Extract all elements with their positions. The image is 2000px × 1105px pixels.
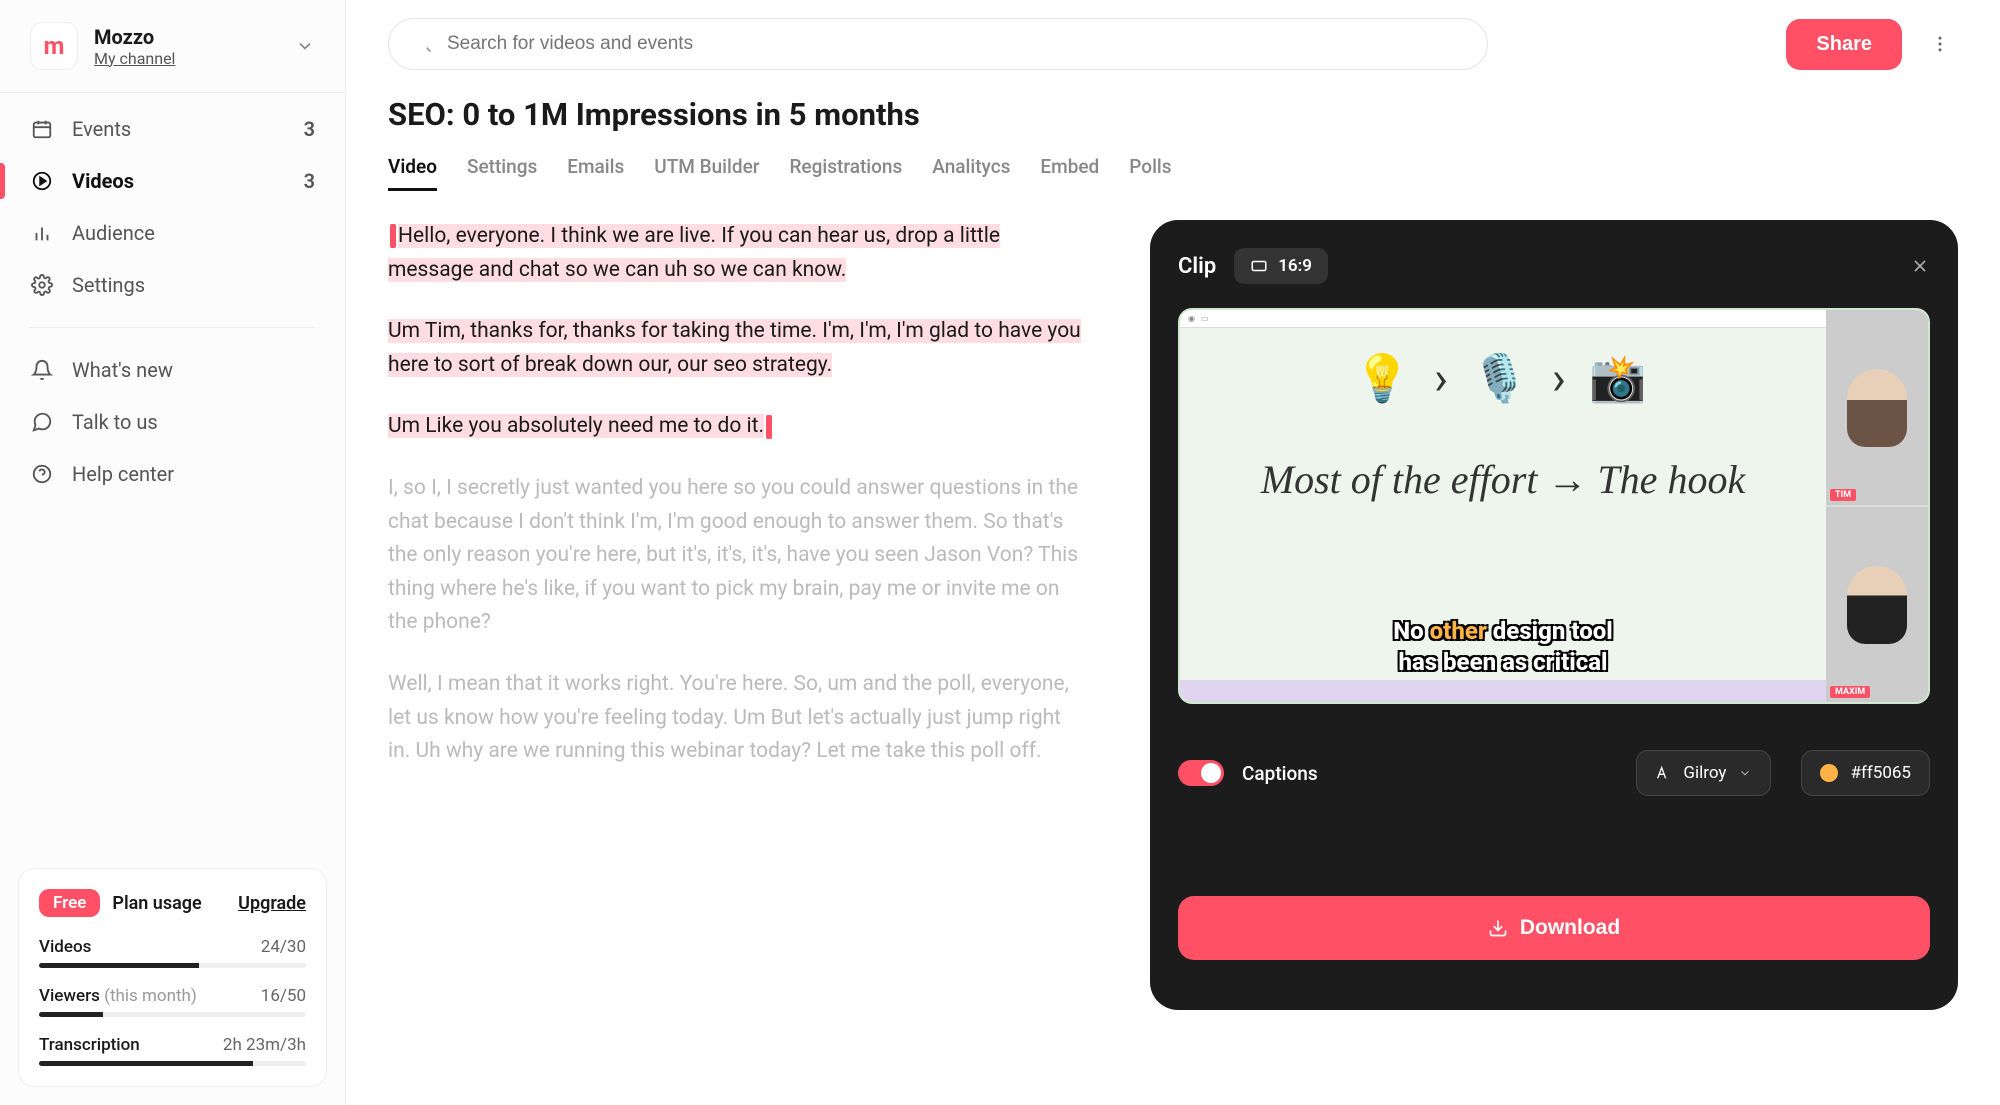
bell-icon [30,358,54,382]
participant-name: MAXIM [1830,686,1870,698]
progress-bar [39,1061,253,1066]
nav-settings[interactable]: Settings [0,259,345,311]
preview-emoji-row: 💡 › 🎙️ › 📸 [1180,328,1826,416]
transcript-paragraph[interactable]: Well, I mean that it works right. You're… [388,668,1088,769]
play-circle-icon [30,169,54,193]
clip-panel: Clip 16:9 ◉▭ 💡 › 🎙️ › 📸 [1150,220,1958,1010]
nav-events[interactable]: Events 3 [0,103,345,155]
chevron-down-icon[interactable] [295,36,315,56]
nav-label: Help center [72,462,315,486]
bar-chart-icon [30,221,54,245]
nav-divider [30,327,315,328]
caption-overlay: No other design tool has been as critica… [1393,616,1613,678]
brand-name: Mozzo [94,25,279,49]
chat-icon [30,410,54,434]
topbar: Share [346,0,2000,88]
stat-transcription: Transcription2h 23m/3h [39,1035,306,1066]
close-button[interactable] [1910,256,1930,276]
preview-hook-text: Most of the effort → The hook [1180,416,1826,523]
calendar-icon [30,117,54,141]
font-selector[interactable]: Gilroy [1636,750,1771,796]
tab-registrations[interactable]: Registrations [789,145,902,191]
nav-videos[interactable]: Videos 3 [0,155,345,207]
help-icon [30,462,54,486]
participant-tile: TIM [1826,310,1928,505]
sidebar: m Mozzo My channel Events 3 Videos 3 [0,0,346,1105]
preview-timeline-strip [1180,680,1826,702]
preview-browser-chrome: ◉▭ [1180,310,1826,328]
plan-badge: Free [39,889,100,917]
tab-video[interactable]: Video [388,145,437,191]
progress-bar [39,1012,103,1017]
nav-label: Events [72,117,286,141]
upgrade-link[interactable]: Upgrade [238,893,306,914]
nav-count: 3 [304,117,315,141]
transcript-paragraph[interactable]: Hello, everyone. I think we are live. If… [388,220,1088,287]
captions-label: Captions [1242,762,1318,785]
nav-label: What's new [72,358,315,382]
progress-bar [39,963,199,968]
plan-usage-label: Plan usage [112,893,201,914]
plan-card: Free Plan usage Upgrade Videos24/30 View… [18,868,327,1087]
share-button[interactable]: Share [1786,19,1902,70]
participant-strip: TIM MAXIM [1826,310,1928,702]
video-preview[interactable]: ◉▭ 💡 › 🎙️ › 📸 Most of the effort → The h… [1178,308,1930,704]
selection-end-marker[interactable] [766,415,772,439]
nav-whats-new[interactable]: What's new [0,344,345,396]
gear-icon [30,273,54,297]
transcript-paragraph[interactable]: Um Tim, thanks for, thanks for taking th… [388,315,1088,382]
font-icon [1655,765,1671,781]
tab-analytics[interactable]: Analitycs [932,145,1010,191]
transcript[interactable]: Hello, everyone. I think we are live. If… [388,220,1088,1105]
captions-toggle[interactable] [1178,760,1224,786]
close-icon [1910,256,1930,276]
chevron-down-icon [1738,766,1752,780]
nav-count: 3 [304,169,315,193]
page-title: SEO: 0 to 1M Impressions in 5 months [388,96,1958,133]
nav-label: Talk to us [72,410,315,434]
color-swatch-icon [1820,764,1838,782]
tab-emails[interactable]: Emails [567,145,624,191]
nav-help-center[interactable]: Help center [0,448,345,500]
search-input-wrapper[interactable] [388,18,1488,70]
more-menu-button[interactable] [1922,26,1958,62]
stat-viewers: Viewers (this month)16/50 [39,986,306,1017]
transcript-paragraph[interactable]: I, so I, I secretly just wanted you here… [388,472,1088,640]
stat-videos: Videos24/30 [39,937,306,968]
download-icon [1488,918,1508,938]
main-content: Share SEO: 0 to 1M Impressions in 5 mont… [346,0,2000,1105]
transcript-paragraph[interactable]: Um Like you absolutely need me to do it. [388,410,1088,444]
tabs: Video Settings Emails UTM Builder Regist… [388,145,1958,192]
tab-utm-builder[interactable]: UTM Builder [654,145,759,191]
nav-label: Videos [72,169,286,193]
primary-nav: Events 3 Videos 3 Audience Settings What… [0,92,345,510]
nav-talk-to-us[interactable]: Talk to us [0,396,345,448]
brand-logo: m [30,22,78,70]
download-button[interactable]: Download [1178,896,1930,960]
selection-start-marker[interactable] [390,224,396,248]
nav-label: Settings [72,273,315,297]
tab-polls[interactable]: Polls [1129,145,1171,191]
clip-title: Clip [1178,254,1216,279]
aspect-ratio-selector[interactable]: 16:9 [1234,248,1328,284]
nav-label: Audience [72,221,315,245]
search-icon [413,34,433,54]
nav-audience[interactable]: Audience [0,207,345,259]
brand-subtitle[interactable]: My channel [94,49,279,68]
dots-vertical-icon [1930,34,1950,54]
tab-settings[interactable]: Settings [467,145,537,191]
tab-embed[interactable]: Embed [1040,145,1099,191]
participant-tile: MAXIM [1826,507,1928,702]
search-input[interactable] [447,33,1463,55]
brand-switcher[interactable]: m Mozzo My channel [0,0,345,92]
aspect-ratio-icon [1250,257,1268,275]
color-selector[interactable]: #ff5065 [1801,750,1930,796]
participant-name: TIM [1830,489,1856,501]
